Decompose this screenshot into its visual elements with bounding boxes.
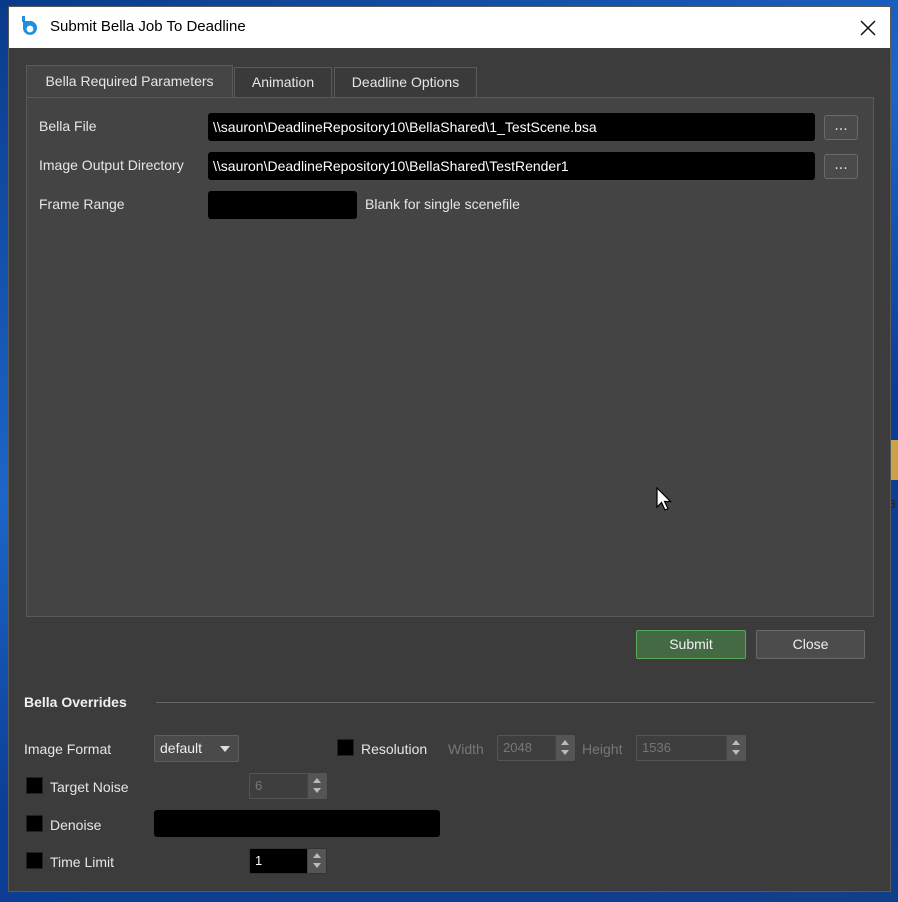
resolution-checkbox[interactable] [337, 739, 354, 756]
background-text-fragment: 3 [889, 498, 896, 511]
mouse-cursor-icon [656, 487, 672, 511]
submit-button[interactable]: Submit [636, 630, 746, 659]
resolution-label: Resolution [361, 741, 428, 757]
bella-app-icon [22, 16, 37, 35]
image-format-value: default [160, 740, 203, 756]
width-value: 2048 [503, 740, 532, 755]
submit-dialog: Submit Bella Job To Deadline Bella Requi… [9, 7, 890, 891]
window-close-button[interactable] [846, 7, 890, 48]
time-limit-value: 1 [255, 853, 263, 868]
height-label: Height [582, 741, 623, 757]
output-dir-input[interactable]: \\sauron\DeadlineRepository10\BellaShare… [208, 152, 815, 180]
time-limit-spinbox[interactable]: 1 [249, 848, 327, 874]
target-noise-stepper[interactable] [307, 774, 326, 798]
close-button[interactable]: Close [756, 630, 865, 659]
target-noise-checkbox[interactable] [26, 777, 43, 794]
height-value: 1536 [642, 740, 671, 755]
image-format-label: Image Format [24, 741, 112, 757]
frame-range-label: Frame Range [39, 196, 125, 212]
height-spinbox[interactable]: 1536 [636, 735, 746, 761]
height-stepper[interactable] [726, 736, 745, 760]
target-noise-value: 6 [255, 778, 263, 793]
arrow-down-icon [313, 863, 321, 868]
arrow-up-icon [732, 740, 740, 745]
denoise-checkbox[interactable] [26, 815, 43, 832]
frame-range-input[interactable] [208, 191, 357, 219]
denoise-label: Denoise [50, 817, 102, 833]
title-bar: Submit Bella Job To Deadline [9, 7, 890, 48]
width-label: Width [448, 741, 484, 757]
time-limit-checkbox[interactable] [26, 852, 43, 869]
output-dir-label: Image Output Directory [39, 157, 184, 173]
bella-file-label: Bella File [39, 118, 97, 134]
target-noise-spinbox[interactable]: 6 [249, 773, 327, 799]
arrow-down-icon [561, 750, 569, 755]
time-limit-stepper[interactable] [307, 849, 326, 873]
bella-file-input[interactable]: \\sauron\DeadlineRepository10\BellaShare… [208, 113, 815, 141]
tab-bella-required-parameters[interactable]: Bella Required Parameters [26, 65, 233, 98]
bella-overrides-title: Bella Overrides [24, 694, 127, 710]
image-format-dropdown[interactable]: default [154, 735, 239, 762]
arrow-up-icon [313, 853, 321, 858]
arrow-up-icon [561, 740, 569, 745]
width-stepper[interactable] [555, 736, 574, 760]
arrow-down-icon [732, 750, 740, 755]
output-dir-browse-button[interactable]: ... [824, 154, 858, 179]
frame-range-hint: Blank for single scenefile [365, 196, 520, 212]
window-title: Submit Bella Job To Deadline [50, 18, 246, 35]
arrow-down-icon [313, 788, 321, 793]
bella-file-browse-button[interactable]: ... [824, 115, 858, 140]
tab-deadline-options[interactable]: Deadline Options [334, 67, 477, 97]
close-icon [860, 19, 876, 36]
width-spinbox[interactable]: 2048 [497, 735, 575, 761]
section-divider [156, 702, 874, 703]
target-noise-label: Target Noise [50, 779, 129, 795]
tab-animation[interactable]: Animation [234, 67, 332, 97]
parameters-panel: Bella File \\sauron\DeadlineRepository10… [26, 97, 874, 617]
time-limit-label: Time Limit [50, 854, 115, 870]
arrow-up-icon [313, 778, 321, 783]
chevron-down-icon [220, 746, 230, 752]
denoise-input[interactable] [154, 810, 440, 837]
